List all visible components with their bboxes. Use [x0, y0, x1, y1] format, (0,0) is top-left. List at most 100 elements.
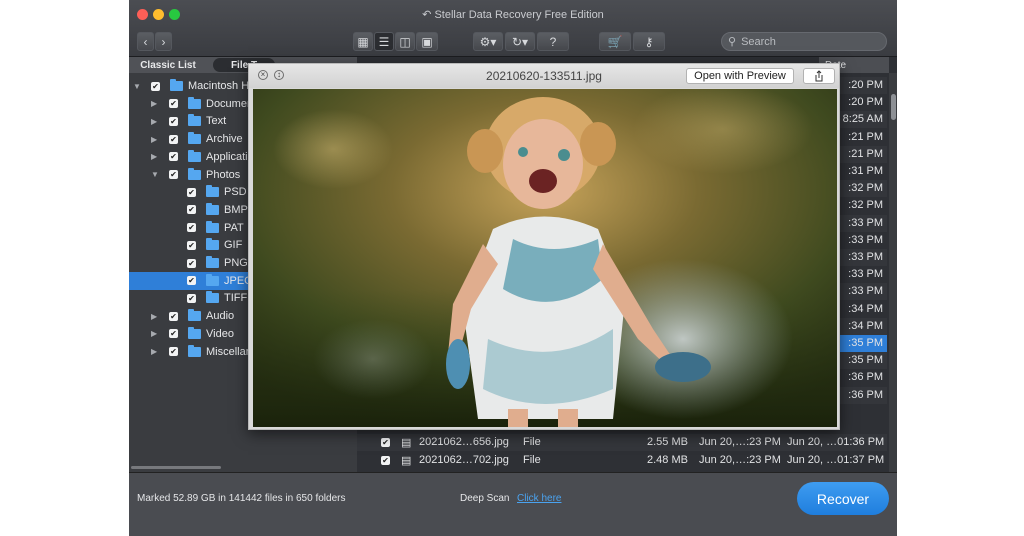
- date-cell: 8:25 AM: [842, 113, 883, 126]
- scroll-thumb[interactable]: [891, 94, 896, 120]
- deep-scan-link[interactable]: Click here: [517, 493, 561, 504]
- disclosure-closed-icon[interactable]: ▶: [151, 312, 157, 321]
- kind-cell: File: [523, 454, 541, 466]
- grid-icon: ▦: [357, 34, 369, 49]
- modified-cell: Jun 20, …01:36 PM: [787, 436, 885, 448]
- folder-icon: [188, 326, 201, 339]
- date-cell: :20 PM: [848, 96, 883, 109]
- marked-summary: Marked 52.89 GB in 141442 files in 650 f…: [137, 493, 346, 504]
- folder-icon: [188, 132, 201, 145]
- disclosure-closed-icon[interactable]: ▶: [151, 347, 157, 356]
- tree-item-label: Video: [206, 327, 234, 340]
- date-cell: :35 PM: [848, 354, 883, 367]
- share-button[interactable]: [803, 68, 835, 84]
- tree-checkbox[interactable]: ✔: [187, 187, 196, 197]
- tree-checkbox[interactable]: ✔: [169, 116, 178, 126]
- history-icon: ↻▾: [511, 34, 529, 49]
- tree-item-label: Applicatio: [206, 150, 254, 163]
- disclosure-closed-icon[interactable]: ▶: [151, 99, 157, 108]
- folder-icon: [206, 185, 219, 198]
- file-icon: ▤: [401, 437, 412, 449]
- open-with-preview-button[interactable]: Open with Preview: [686, 68, 794, 84]
- window-title: ↶ Stellar Data Recovery Free Edition: [422, 9, 604, 21]
- date-cell: :20 PM: [848, 79, 883, 91]
- disclosure-closed-icon[interactable]: ▶: [151, 135, 157, 144]
- buy-button[interactable]: 🛒: [599, 32, 631, 51]
- tree-item-label: Miscellan: [206, 345, 252, 358]
- folder-icon: [206, 256, 219, 268]
- settings-button[interactable]: ⚙▾: [473, 32, 503, 51]
- tree-checkbox[interactable]: ✔: [169, 134, 178, 144]
- key-icon: ⚷: [644, 34, 654, 49]
- date-cell: :36 PM: [848, 388, 883, 401]
- tree-checkbox[interactable]: ✔: [187, 276, 196, 286]
- date-cell: :34 PM: [848, 302, 883, 315]
- cover-flow-button[interactable]: ▣: [416, 32, 438, 51]
- folder-icon: [188, 96, 201, 109]
- chevron-left-icon: ‹: [143, 34, 148, 49]
- tree-item-label: PAT: [224, 221, 244, 234]
- share-icon: [815, 70, 823, 82]
- search-input[interactable]: ⚲ Search: [721, 32, 887, 51]
- tree-item-label: Archive: [206, 133, 243, 146]
- file-icon: ▤: [401, 455, 412, 467]
- date-cell: :36 PM: [848, 371, 883, 384]
- row-checkbox[interactable]: ✔: [381, 456, 390, 465]
- date-cell: :31 PM: [848, 165, 883, 177]
- gear-icon: ⚙▾: [479, 34, 497, 49]
- folder-icon: [188, 114, 201, 127]
- date-cell: :33 PM: [848, 285, 883, 298]
- date-cell: :32 PM: [848, 182, 883, 195]
- tree-checkbox[interactable]: ✔: [151, 81, 160, 91]
- tree-checkbox[interactable]: ✔: [187, 240, 196, 250]
- disclosure-closed-icon[interactable]: ▶: [151, 329, 157, 338]
- tree-item-label: Macintosh H: [188, 80, 250, 92]
- help-button[interactable]: ?: [537, 32, 569, 51]
- tree-item-label: PNG: [224, 257, 248, 269]
- tree-item-label: BMP: [224, 203, 248, 216]
- column-view-button[interactable]: ◫: [395, 32, 415, 51]
- tree-item-label: GIF: [224, 239, 243, 252]
- columns-icon: ◫: [399, 34, 411, 49]
- date-cell: :21 PM: [848, 147, 883, 160]
- date-cell: :21 PM: [848, 130, 883, 143]
- tree-checkbox[interactable]: ✔: [169, 347, 178, 356]
- history-button[interactable]: ↻▾: [505, 32, 535, 51]
- date-cell: :33 PM: [848, 216, 883, 229]
- tree-item-label: Text: [206, 115, 227, 128]
- recover-button[interactable]: Recover: [797, 482, 889, 515]
- tab-classic-list[interactable]: Classic List: [137, 58, 199, 72]
- folder-icon: [206, 238, 219, 251]
- tree-checkbox[interactable]: ✔: [169, 152, 178, 162]
- kind-cell: File: [523, 436, 541, 448]
- size-cell: 2.55 MB: [647, 436, 688, 448]
- list-scrollbar[interactable]: [889, 73, 897, 472]
- tree-checkbox[interactable]: ✔: [187, 293, 196, 303]
- chevron-right-icon: ›: [161, 34, 166, 49]
- tree-checkbox[interactable]: ✔: [187, 223, 196, 233]
- activate-button[interactable]: ⚷: [633, 32, 665, 51]
- disclosure-open-icon[interactable]: ▼: [133, 82, 141, 91]
- tree-checkbox[interactable]: ✔: [169, 99, 178, 109]
- cover-flow-icon: ▣: [421, 34, 433, 49]
- row-checkbox[interactable]: ✔: [381, 438, 390, 447]
- folder-icon: [188, 309, 201, 322]
- nav-back-button[interactable]: ‹: [137, 32, 154, 51]
- tree-item-label: TIFF: [224, 292, 248, 305]
- help-icon: ?: [549, 34, 557, 49]
- tree-checkbox[interactable]: ✔: [187, 205, 196, 215]
- icon-view-button[interactable]: ▦: [353, 32, 373, 51]
- disclosure-closed-icon[interactable]: ▶: [151, 152, 157, 161]
- disclosure-closed-icon[interactable]: ▶: [151, 117, 157, 126]
- tree-checkbox[interactable]: ✔: [169, 329, 178, 339]
- nav-forward-button[interactable]: ›: [155, 32, 172, 51]
- date-cell: :33 PM: [848, 233, 883, 246]
- sidebar-scrollbar[interactable]: [131, 466, 221, 469]
- tree-checkbox[interactable]: ✔: [169, 170, 178, 179]
- folder-icon: [188, 167, 201, 180]
- tree-checkbox[interactable]: ✔: [169, 311, 178, 321]
- tree-checkbox[interactable]: ✔: [187, 258, 196, 268]
- list-view-button[interactable]: ☰: [374, 32, 394, 51]
- title-bar: ↶ Stellar Data Recovery Free Edition ‹ ›…: [129, 0, 897, 57]
- disclosure-open-icon[interactable]: ▼: [151, 170, 159, 179]
